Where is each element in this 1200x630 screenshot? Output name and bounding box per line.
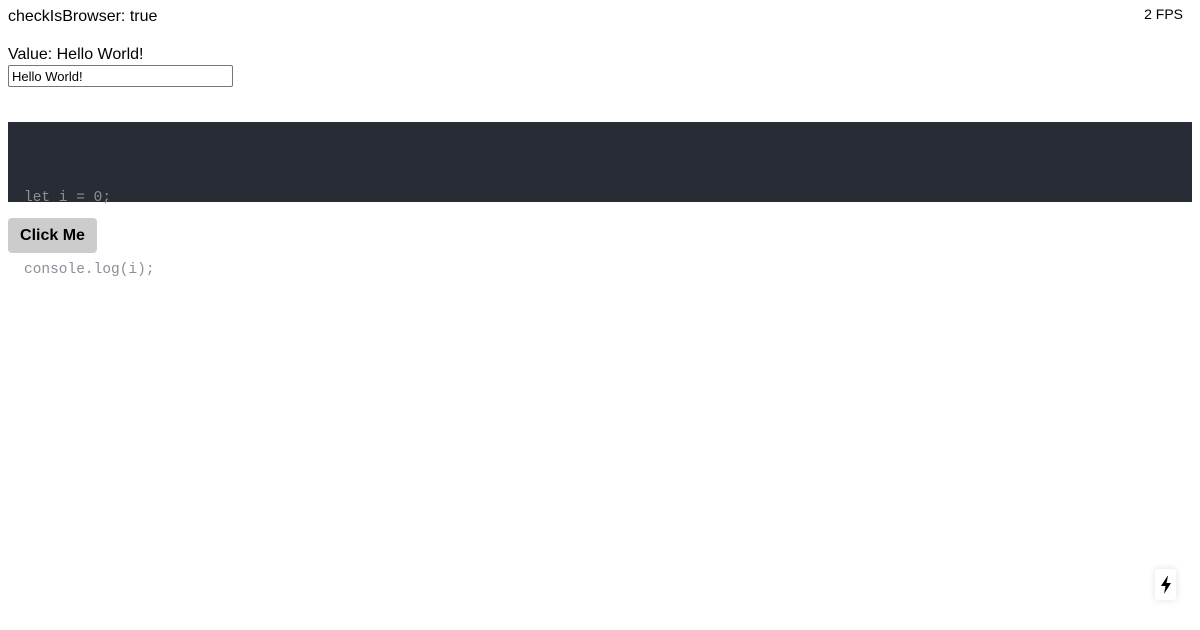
dev-tools-badge[interactable] [1155,569,1176,600]
browser-check-text: checkIsBrowser: true [8,8,158,25]
click-me-button[interactable]: Click Me [8,218,97,253]
value-display: Value: Hello World! [8,46,144,63]
page: checkIsBrowser: true 2 FPS Value: Hello … [0,0,1200,630]
code-line: console.log(i); [24,262,155,278]
text-input[interactable] [8,65,233,87]
lightning-bolt-icon [1160,575,1172,594]
code-line: let i = 0; [24,190,112,206]
code-block: let i = 0; console.log(i); [8,122,1192,278]
fps-counter: 2 FPS [1144,6,1183,22]
